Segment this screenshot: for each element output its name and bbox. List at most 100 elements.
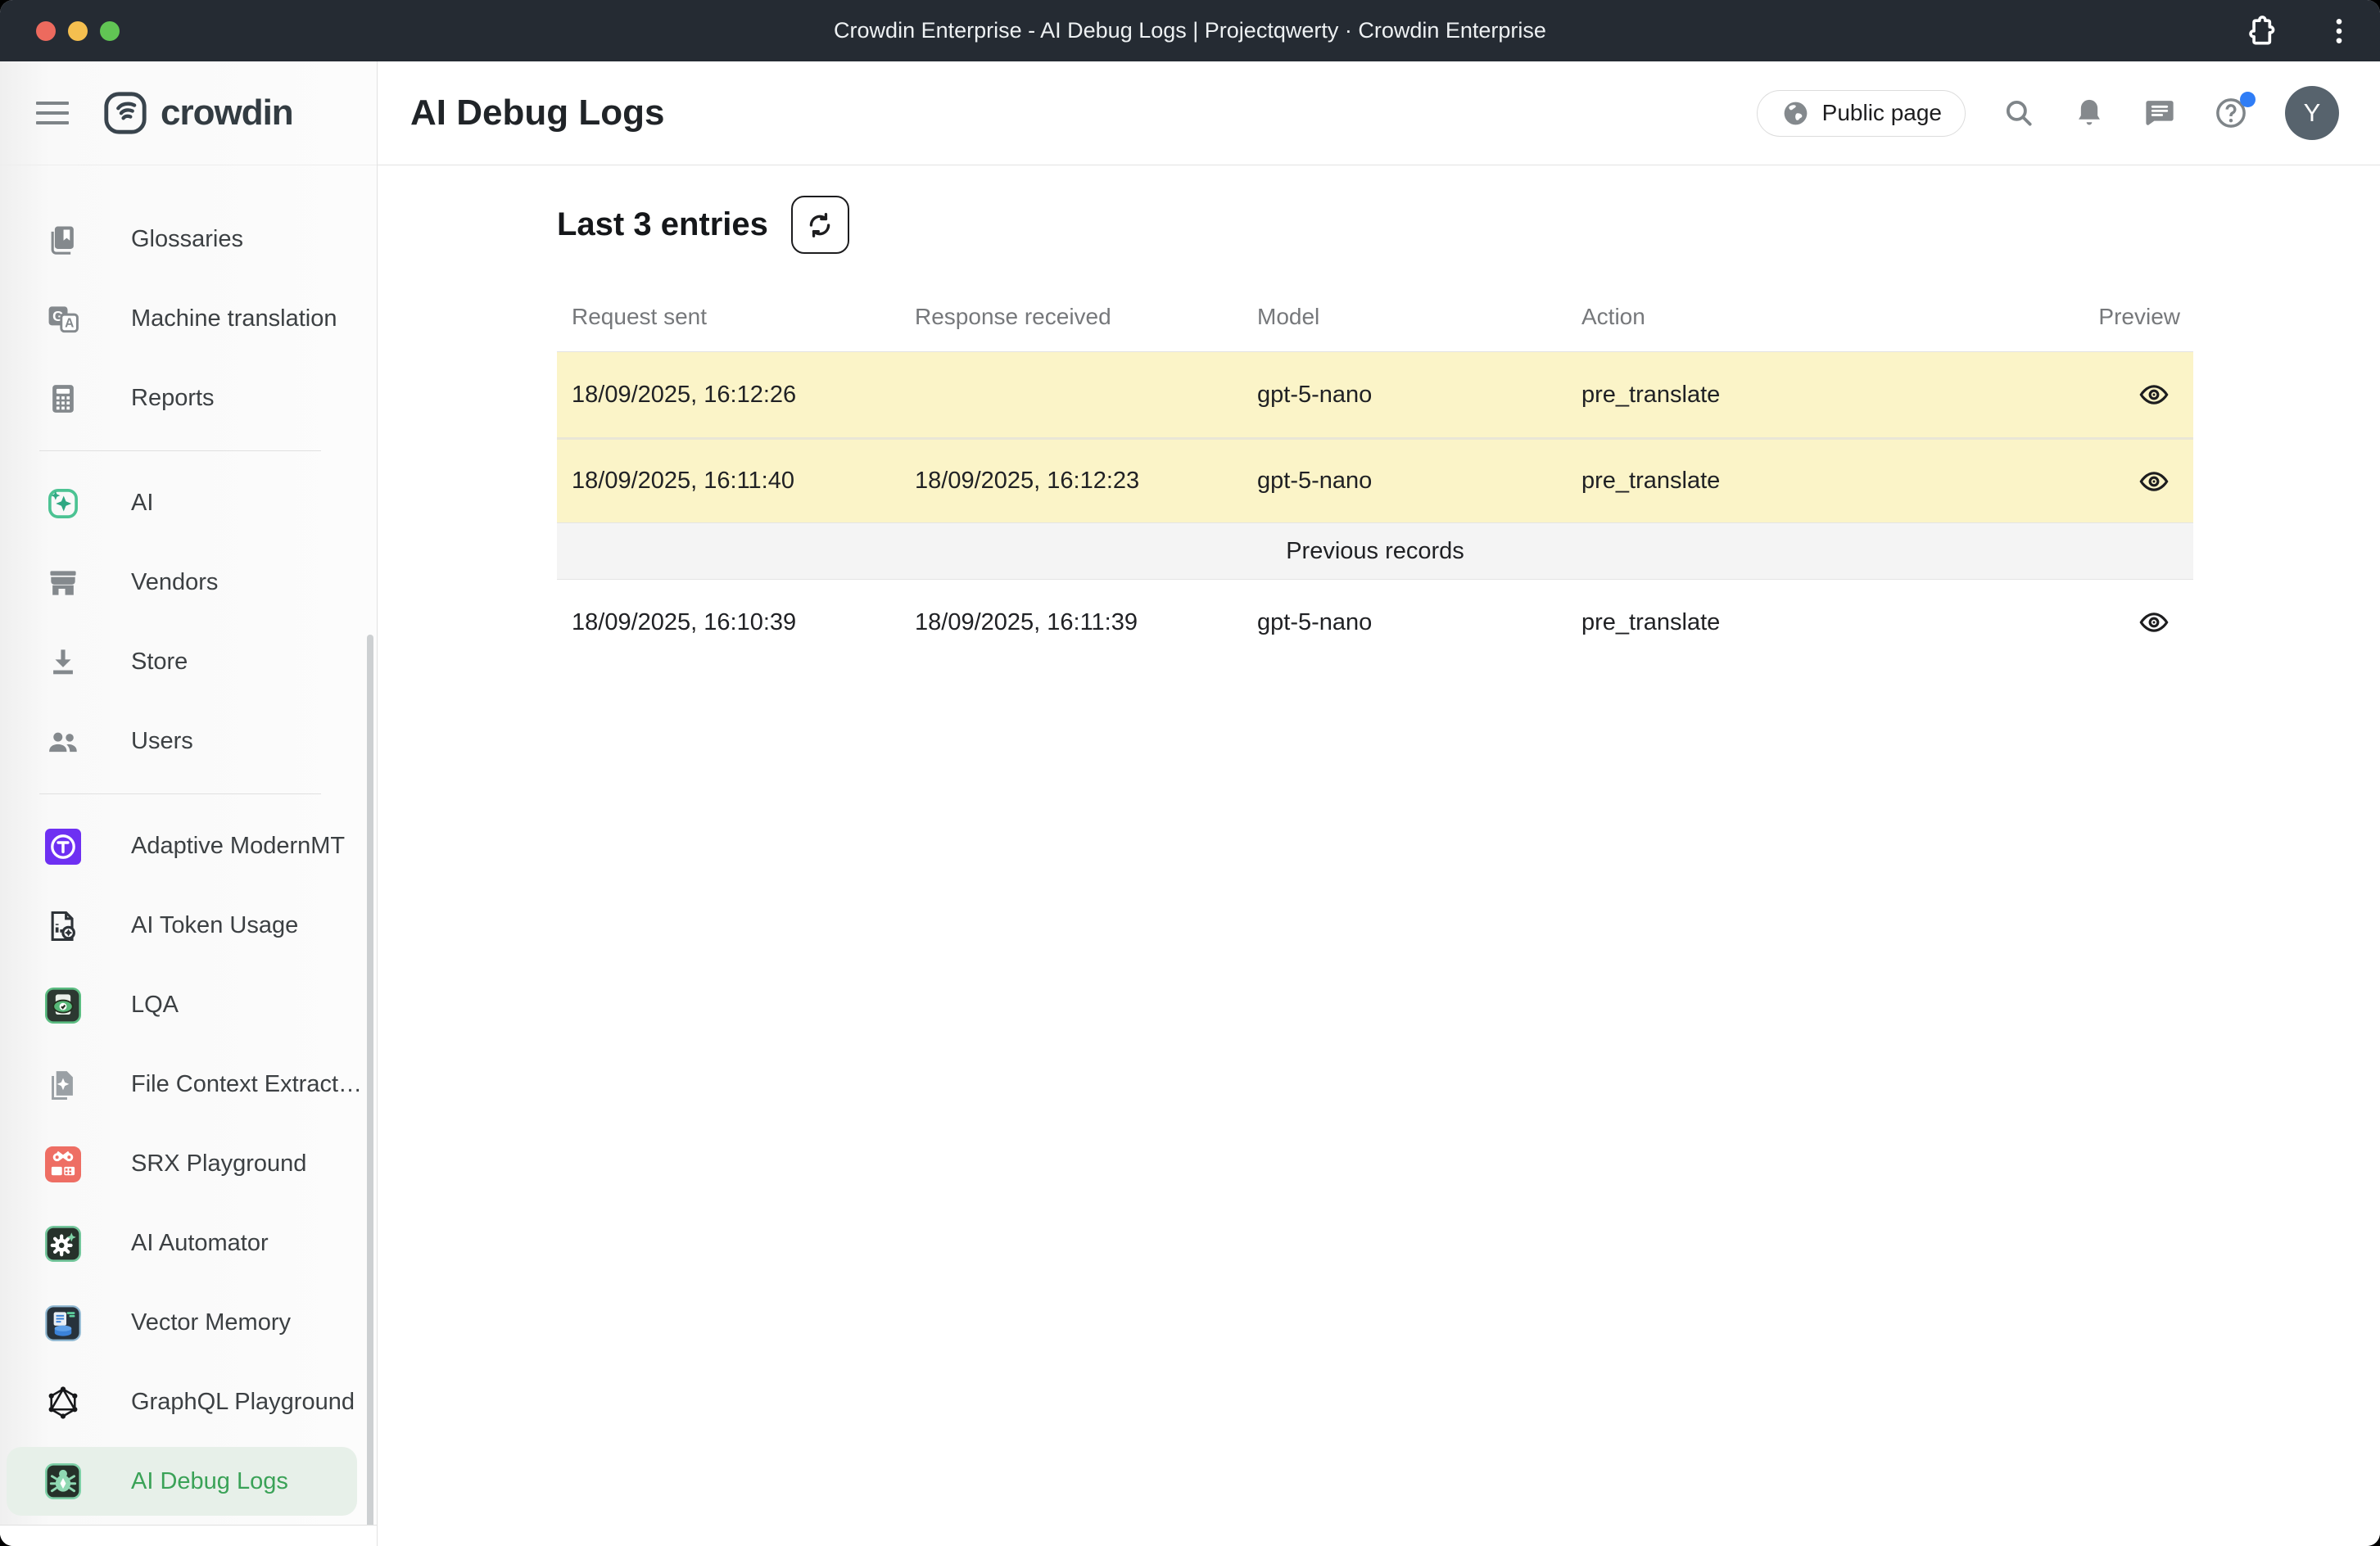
eye-preview-icon <box>2138 465 2170 498</box>
sidebar-divider <box>39 793 321 794</box>
file-context-extraction-icon <box>45 1067 81 1103</box>
lqa-eye-icon <box>45 988 81 1024</box>
cell-request-sent: 18/09/2025, 16:10:39 <box>557 609 900 636</box>
previous-records-label: Previous records <box>1286 538 1464 565</box>
debug-logs-table: Request sent Response received Model Act… <box>557 283 2193 665</box>
cell-response-received: 18/09/2025, 16:12:23 <box>900 468 1242 495</box>
sidebar-item-label: Glossaries <box>131 226 243 253</box>
sidebar-item-glossaries[interactable]: Glossaries <box>7 200 357 279</box>
browser-titlebar: Crowdin Enterprise - AI Debug Logs | Pro… <box>0 0 2380 61</box>
sidebar-item-label: Vector Memory <box>131 1309 291 1336</box>
svg-text:A: A <box>65 316 74 330</box>
column-header-response-received: Response received <box>900 304 1242 330</box>
sidebar-item-machine-translation[interactable]: GA Machine translation <box>7 279 357 359</box>
sidebar-item-label: Machine translation <box>131 305 337 332</box>
sidebar-header: crowdin <box>0 61 377 165</box>
crowdin-logo-icon <box>102 89 149 137</box>
sidebar-scrollbar[interactable] <box>367 635 373 1546</box>
ai-debug-logs-bug-icon <box>45 1463 81 1499</box>
cell-action: pre_translate <box>1567 468 2079 495</box>
sidebar-item-label: AI Automator <box>131 1230 269 1257</box>
column-header-preview: Preview <box>2079 304 2193 330</box>
sidebar-divider <box>39 450 321 451</box>
srx-playground-icon <box>45 1146 81 1182</box>
sidebar-item-label: Users <box>131 728 193 755</box>
cell-model: gpt-5-nano <box>1242 609 1567 636</box>
sidebar-item-label: File Context Extract… <box>131 1071 362 1098</box>
sidebar-item-lqa[interactable]: LQA <box>7 965 357 1045</box>
sidebar-item-vector-memory[interactable]: Vector Memory <box>7 1283 357 1363</box>
sidebar-item-srx-playground[interactable]: SRX Playground <box>7 1124 357 1204</box>
ai-token-usage-icon <box>45 908 81 944</box>
crowdin-logo[interactable]: crowdin <box>102 89 293 137</box>
sidebar-nav: Glossaries GA Machine translation Report… <box>0 165 377 1516</box>
messages-icon <box>2142 96 2177 130</box>
public-page-button[interactable]: Public page <box>1757 90 1966 137</box>
page-body: Last 3 entries Request sent Response rec… <box>378 165 2380 665</box>
sidebar-footer <box>0 1525 377 1546</box>
sidebar-item-label: AI <box>131 490 153 517</box>
public-page-label: Public page <box>1822 100 1942 126</box>
page-title: AI Debug Logs <box>410 93 664 133</box>
user-avatar[interactable]: Y <box>2285 86 2339 140</box>
store-download-icon <box>45 644 81 680</box>
cell-action: pre_translate <box>1567 382 2079 409</box>
reports-calculator-icon <box>45 381 81 417</box>
sidebar-item-graphql-playground[interactable]: GraphQL Playground <box>7 1363 357 1442</box>
cell-request-sent: 18/09/2025, 16:12:26 <box>557 382 900 409</box>
main-content: AI Debug Logs Public page <box>378 61 2380 1546</box>
sidebar-item-file-context-extraction[interactable]: File Context Extract… <box>7 1045 357 1124</box>
column-header-request-sent: Request sent <box>557 304 900 330</box>
vendors-storefront-icon <box>45 565 81 601</box>
sidebar-item-label: AI Token Usage <box>131 912 298 939</box>
help-notification-dot <box>2240 92 2256 107</box>
ai-automator-gear-icon <box>45 1226 81 1262</box>
cell-response-received: 18/09/2025, 16:11:39 <box>900 609 1242 636</box>
sidebar-item-label: Vendors <box>131 569 218 596</box>
refresh-icon <box>804 210 835 241</box>
browser-window: Crowdin Enterprise - AI Debug Logs | Pro… <box>0 0 2380 1546</box>
previous-records-separator[interactable]: Previous records <box>557 522 2193 580</box>
refresh-button[interactable] <box>791 196 849 254</box>
sidebar-item-users[interactable]: Users <box>7 702 357 781</box>
eye-preview-icon <box>2138 606 2170 639</box>
adaptive-modernmt-icon <box>45 829 81 865</box>
column-header-action: Action <box>1567 304 2079 330</box>
notifications-button[interactable] <box>2072 96 2106 130</box>
hamburger-menu-button[interactable] <box>36 102 69 124</box>
sidebar-item-label: Store <box>131 649 188 676</box>
table-row: 18/09/2025, 16:11:40 18/09/2025, 16:12:2… <box>557 437 2193 522</box>
cell-model: gpt-5-nano <box>1242 468 1567 495</box>
sidebar: crowdin Glossaries GA Machine translatio… <box>0 61 378 1546</box>
search-button[interactable] <box>2002 96 2036 130</box>
globe-icon <box>1780 98 1811 129</box>
users-people-icon <box>45 724 81 760</box>
preview-button[interactable] <box>2138 378 2170 411</box>
help-button[interactable] <box>2213 95 2249 131</box>
page-header: AI Debug Logs Public page <box>378 61 2380 165</box>
avatar-initial: Y <box>2304 98 2321 128</box>
sidebar-item-label: GraphQL Playground <box>131 1389 355 1416</box>
sidebar-item-ai-automator[interactable]: AI Automator <box>7 1204 357 1283</box>
messages-button[interactable] <box>2142 96 2177 130</box>
table-row: 18/09/2025, 16:12:26 gpt-5-nano pre_tran… <box>557 352 2193 437</box>
header-actions: Public page Y <box>1757 86 2339 140</box>
sidebar-item-ai[interactable]: AI <box>7 463 357 543</box>
entries-heading: Last 3 entries <box>557 206 768 243</box>
preview-button[interactable] <box>2138 606 2170 639</box>
glossaries-icon <box>45 222 81 258</box>
sidebar-item-ai-token-usage[interactable]: AI Token Usage <box>7 886 357 965</box>
crowdin-wordmark: crowdin <box>161 93 293 133</box>
sidebar-item-label: AI Debug Logs <box>131 1468 288 1495</box>
graphql-playground-icon <box>45 1385 81 1421</box>
sidebar-item-store[interactable]: Store <box>7 622 357 702</box>
cell-request-sent: 18/09/2025, 16:11:40 <box>557 468 900 495</box>
sidebar-item-ai-debug-logs[interactable]: AI Debug Logs <box>7 1447 357 1516</box>
preview-button[interactable] <box>2138 465 2170 498</box>
sidebar-item-adaptive-modernmt[interactable]: Adaptive ModernMT <box>7 807 357 886</box>
sidebar-item-vendors[interactable]: Vendors <box>7 543 357 622</box>
ai-sparkle-icon <box>45 486 81 522</box>
browser-tab-title: Crowdin Enterprise - AI Debug Logs | Pro… <box>0 18 2380 43</box>
sidebar-item-reports[interactable]: Reports <box>7 359 357 438</box>
cell-action: pre_translate <box>1567 609 2079 636</box>
